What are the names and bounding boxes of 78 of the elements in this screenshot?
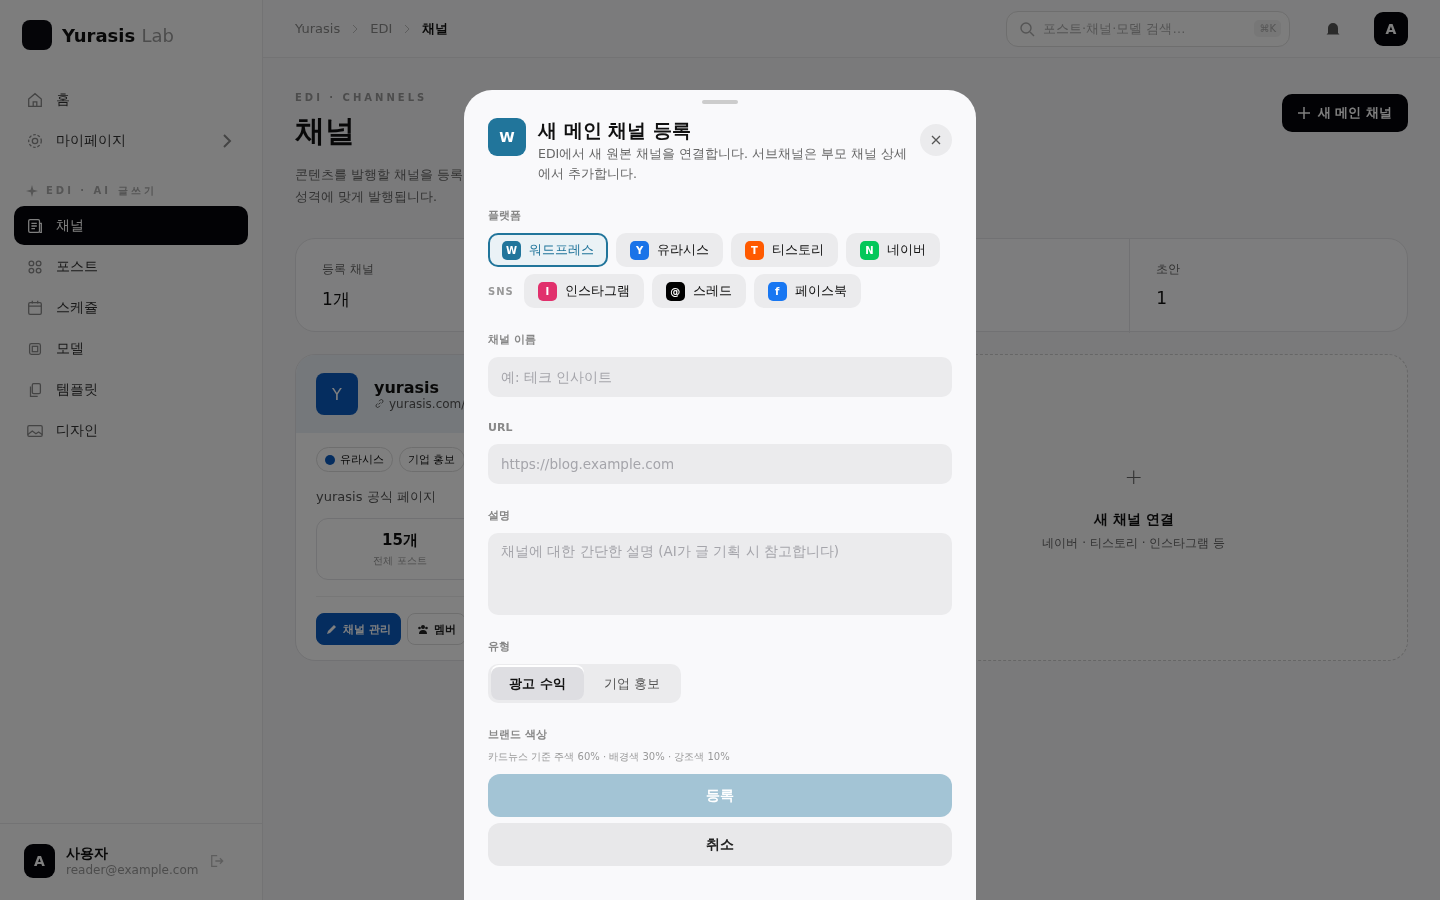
platform-chip[interactable]: Y 유라시스	[616, 233, 723, 267]
platform-badge: f	[767, 281, 787, 301]
field-label: 설명	[488, 508, 511, 523]
page-description: 콘텐츠를 발행할 채널을 등록	[295, 166, 463, 184]
cancel-button[interactable]: 취소	[488, 823, 952, 866]
logo-icon	[22, 20, 52, 50]
platform-chip[interactable]: I 인스타그램	[523, 274, 644, 308]
stat-label: 초안	[1156, 261, 1181, 278]
field-label: 채널 이름	[488, 332, 537, 347]
add-channel-title: 새 채널 연결	[1093, 510, 1174, 529]
platform-chip[interactable]: f 페이스북	[753, 274, 861, 308]
user-avatar[interactable]: A	[24, 844, 55, 878]
breadcrumb-item[interactable]: 채널	[422, 19, 449, 38]
sidebar-item[interactable]: 모델	[14, 329, 248, 368]
user-name: 사용자	[66, 845, 109, 863]
channel-name: yurasis	[374, 377, 441, 397]
user-avatar[interactable]: A	[1374, 11, 1408, 46]
logout-icon[interactable]	[209, 853, 224, 869]
input-field[interactable]: https://blog.example.com	[488, 444, 952, 484]
modal-title: 새 메인 채널 등록	[538, 118, 692, 142]
input-field[interactable]: 예: 테크 인사이트	[488, 357, 952, 397]
field-label: URL	[488, 421, 514, 434]
group-label: SNS	[488, 285, 514, 297]
segment-option[interactable]: 기업 홍보	[585, 667, 678, 700]
calendar-icon	[26, 298, 44, 317]
platform-chip[interactable]: W 워드프레스	[488, 233, 608, 267]
stat-value: 1	[1156, 288, 1168, 308]
new-channel-button[interactable]: 새 메인 채널	[1281, 94, 1408, 132]
plus-icon	[1297, 107, 1310, 119]
platform-chip[interactable]: N 네이버	[846, 233, 940, 267]
page-title: 채널	[295, 112, 356, 150]
sidebar-item[interactable]: 마이페이지	[14, 121, 248, 160]
field-label: 유형	[488, 639, 511, 654]
search-icon	[1019, 20, 1035, 37]
dot-icon	[325, 454, 335, 465]
close-icon	[931, 135, 941, 145]
members-button[interactable]: 멤버	[406, 613, 466, 645]
stat-label: 등록 채널	[322, 261, 374, 278]
channel-description: yurasis 공식 페이지	[316, 488, 437, 506]
close-button[interactable]	[920, 124, 952, 156]
drag-handle[interactable]	[702, 100, 738, 104]
platform-badge: T	[745, 240, 764, 260]
modal-subtitle: EDI에서 새 원본 채널을 연결합니다. 서브채널은 부모 채널 상세에서 추가합니다.	[538, 145, 908, 183]
platform-badge: Y	[630, 240, 649, 260]
platform-badge: W	[502, 240, 521, 260]
sidebar-item[interactable]: 포스트	[14, 247, 248, 286]
segment-option[interactable]: 광고 수익	[491, 667, 584, 700]
plus-icon: +	[1124, 463, 1143, 489]
gear-icon	[26, 131, 44, 150]
modal-logo: W	[488, 118, 526, 156]
channel-url[interactable]: yurasis.com/	[389, 396, 466, 411]
sparkle-icon	[26, 185, 38, 197]
manage-channel-button[interactable]: 채널 관리	[316, 613, 401, 645]
sidebar-item[interactable]: 디자인	[14, 411, 248, 450]
sidebar-item[interactable]: 홈	[14, 80, 248, 119]
doc-icon	[26, 216, 44, 235]
sidebar-item[interactable]: 템플릿	[14, 370, 248, 409]
home-icon	[26, 90, 44, 109]
post-count: 15개	[382, 530, 418, 550]
grid-icon	[26, 257, 44, 276]
platform-badge: N	[860, 240, 879, 260]
platform-badge: @	[665, 281, 685, 301]
stat-value: 1개	[322, 288, 350, 311]
pencil-icon	[326, 623, 338, 635]
page-description: 성격에 맞게 발행됩니다.	[295, 188, 438, 206]
add-channel-subtitle: 네이버 · 티스토리 · 인스타그램 등	[1042, 534, 1226, 552]
description-field[interactable]: 채널에 대한 간단한 설명 (AI가 글 기획 시 참고합니다)	[488, 533, 952, 615]
field-hint: 카드뉴스 기준 주색 60% · 배경색 30% · 강조색 10%	[488, 750, 731, 764]
sidebar-item[interactable]: 스케쥴	[14, 288, 248, 327]
platform-chip[interactable]: T 티스토리	[731, 233, 838, 267]
field-label: 브랜드 색상	[488, 727, 548, 742]
people-icon	[416, 623, 429, 635]
channel-avatar: Y	[316, 373, 358, 415]
field-label: 플랫폼	[488, 208, 522, 223]
link-icon	[374, 398, 385, 409]
sidebar-item[interactable]: 채널	[14, 206, 248, 245]
platform-badge: I	[537, 281, 557, 301]
platform-chip[interactable]: @ 스레드	[651, 274, 746, 308]
